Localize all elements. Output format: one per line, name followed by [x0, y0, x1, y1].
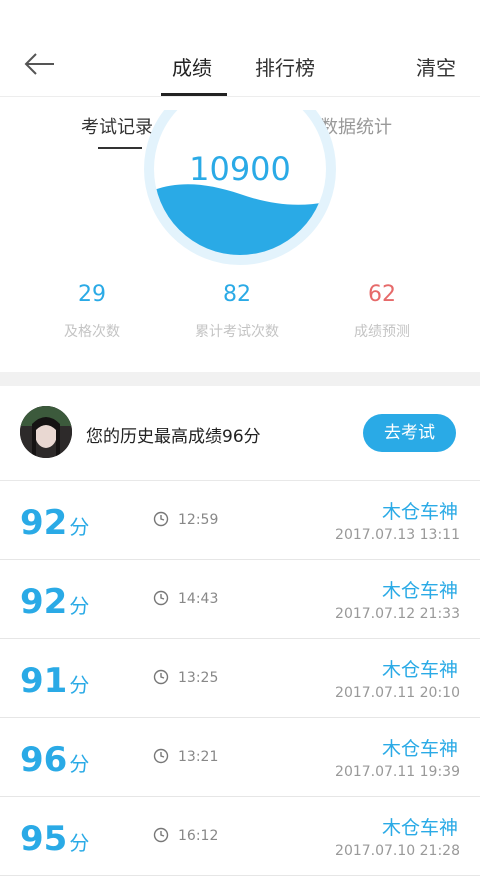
stat-pass-count: 29 及格次数 [22, 282, 162, 341]
record-user-name: 木仓车神 [381, 580, 458, 602]
record-score: 92 分 [20, 503, 90, 543]
record-date: 2017.07.13 13:11 [335, 527, 460, 543]
go-exam-button[interactable]: 去考试 [363, 414, 456, 452]
top-nav-bar: 成绩 排行榜 清空 [0, 30, 480, 97]
clock-icon [153, 590, 169, 606]
profile-summary: 您的历史最高成绩96分 去考试 [0, 386, 480, 481]
record-score: 92 分 [20, 582, 90, 622]
clock-icon [153, 511, 169, 527]
record-duration: 12:59 [178, 512, 219, 528]
clock-icon [153, 827, 169, 843]
list-item[interactable]: 95 分 16:12 木仓车神 2017.07.10 21:28 [0, 797, 480, 876]
clock-icon [153, 748, 169, 764]
list-item[interactable]: 92 分 14:43 木仓车神 2017.07.12 21:33 [0, 560, 480, 639]
section-divider [0, 372, 480, 386]
back-arrow-icon[interactable] [22, 48, 58, 80]
status-bar [0, 0, 480, 30]
record-user-name: 木仓车神 [381, 501, 458, 523]
list-item[interactable]: 96 分 13:21 木仓车神 2017.07.11 19:39 [0, 718, 480, 797]
record-score: 95 分 [20, 819, 90, 859]
exam-record-list: 92 分 12:59 木仓车神 2017.07.13 13:11 92 分 14:4… [0, 481, 480, 876]
record-date: 2017.07.11 20:10 [335, 685, 460, 701]
clear-button[interactable]: 清空 [416, 52, 456, 81]
record-duration: 13:25 [178, 670, 219, 686]
record-duration: 14:43 [178, 591, 219, 607]
stat-value: 62 [368, 282, 396, 307]
stat-label: 及格次数 [64, 324, 120, 340]
tab-ranking[interactable]: 排行榜 [255, 52, 315, 81]
stat-label: 累计考试次数 [195, 324, 279, 340]
record-user-name: 木仓车神 [381, 817, 458, 839]
tab-exam-records[interactable]: 考试记录 [81, 113, 153, 139]
record-date: 2017.07.10 21:28 [335, 843, 460, 859]
tab-score[interactable]: 成绩 [172, 52, 212, 81]
record-duration: 13:21 [178, 749, 219, 765]
record-score: 96 分 [20, 740, 90, 780]
tab-active-indicator [161, 93, 227, 96]
record-date: 2017.07.11 19:39 [335, 764, 460, 780]
record-user-name: 木仓车神 [381, 738, 458, 760]
stat-score-prediction: 62 成绩预测 [312, 282, 452, 341]
list-item[interactable]: 92 分 12:59 木仓车神 2017.07.13 13:11 [0, 481, 480, 560]
stats-row: 29 及格次数 82 累计考试次数 62 成绩预测 [0, 282, 480, 352]
record-user-name: 木仓车神 [381, 659, 458, 681]
list-item[interactable]: 91 分 13:25 木仓车神 2017.07.11 20:10 [0, 639, 480, 718]
stat-total-exams: 82 累计考试次数 [167, 282, 307, 341]
clock-icon [153, 669, 169, 685]
record-duration: 16:12 [178, 828, 219, 844]
record-score: 91 分 [20, 661, 90, 701]
stat-value: 82 [223, 282, 251, 307]
stat-label: 成绩预测 [354, 324, 410, 340]
stat-value: 29 [78, 282, 106, 307]
best-score-text: 您的历史最高成绩96分 [86, 427, 261, 447]
subtab-active-indicator [98, 147, 142, 149]
avatar[interactable] [20, 406, 72, 458]
record-date: 2017.07.12 21:33 [335, 606, 460, 622]
total-score-value: 10900 [189, 150, 291, 188]
